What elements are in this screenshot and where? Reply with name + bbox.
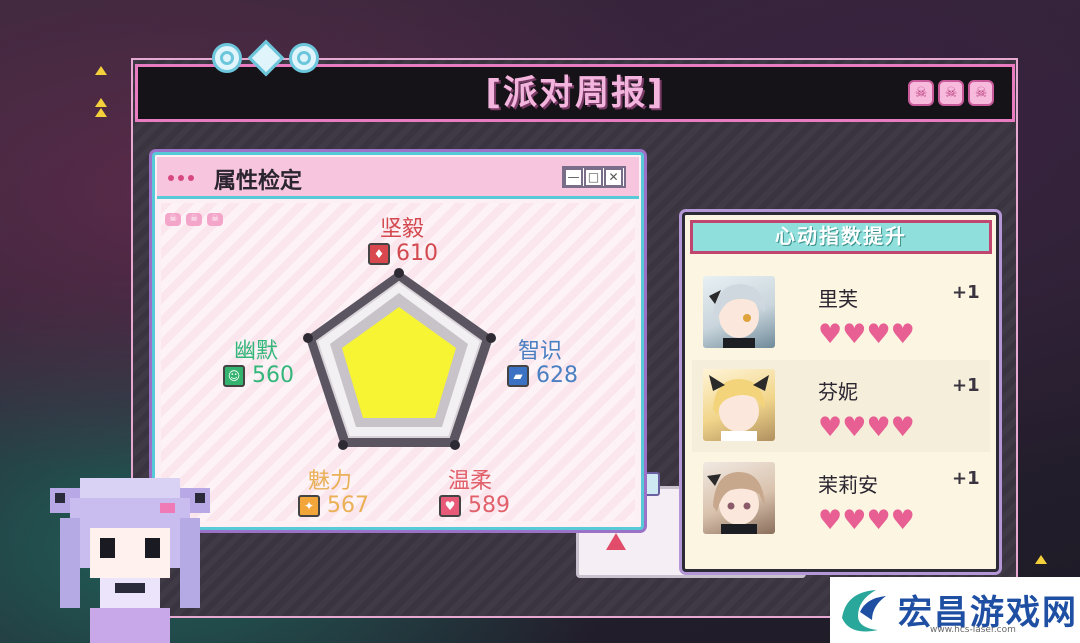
- heart-row: ♥♥♥♥: [818, 321, 915, 348]
- attr-intellect-label: 智识: [518, 339, 563, 364]
- attr-grit-value: 610: [396, 241, 438, 266]
- invader-mini-icon: ☠: [165, 213, 181, 226]
- watermark-url: www.hcs-laser.com: [930, 625, 1016, 635]
- avatar: [703, 462, 775, 534]
- character-name: 芬妮: [818, 380, 858, 404]
- heart-icon: ♥: [842, 319, 867, 350]
- warning-icon: [606, 533, 626, 550]
- heart-icon: ♥: [890, 412, 915, 443]
- heart-icon: ♥: [818, 412, 843, 443]
- heart-badge-icon: ♥: [439, 495, 461, 517]
- heart-icon: ♥: [818, 319, 843, 350]
- heart-icon: ♥: [890, 319, 915, 350]
- attr-gentle-value: 589: [468, 493, 510, 518]
- avatar: [703, 276, 775, 348]
- affection-bonus: +1: [952, 375, 980, 396]
- star-badge-icon: ✦: [298, 495, 320, 517]
- attr-gentle-label: 温柔: [448, 469, 493, 494]
- heart-icon: ♥: [842, 505, 867, 536]
- humor-badge-icon: ☺: [223, 365, 245, 387]
- grit-icon: ♦: [368, 243, 390, 265]
- heart-icon: ♥: [818, 505, 843, 536]
- invader-mini-icon: ☠: [207, 213, 223, 226]
- heart-icon: ♥: [842, 412, 867, 443]
- attr-charm-label: 魅力: [308, 469, 353, 494]
- maximize-button[interactable]: □: [584, 168, 603, 187]
- heart-icon: ♥: [890, 505, 915, 536]
- heart-row: ♥♥♥♥: [818, 507, 915, 534]
- dot-icon: [168, 175, 174, 181]
- minimize-button[interactable]: —: [564, 168, 583, 187]
- avatar: [703, 369, 775, 441]
- invader-icon: ☠: [938, 80, 964, 106]
- heart-icon: ♥: [866, 319, 891, 350]
- character-name: 茉莉安: [818, 473, 878, 497]
- affection-bonus: +1: [952, 282, 980, 303]
- arrow-up-icon: [1035, 555, 1047, 564]
- watermark-logo-icon: [842, 590, 886, 632]
- affection-window-title: 心动指数提升: [775, 224, 907, 248]
- arrow-up-icon: [95, 108, 107, 117]
- attr-grit-label: 坚毅: [380, 217, 425, 242]
- invader-icon: ☠: [908, 80, 934, 106]
- dot-icon: [188, 175, 194, 181]
- arrow-up-icon: [95, 98, 107, 107]
- heart-row: ♥♥♥♥: [818, 414, 915, 441]
- invader-mini-icon: ☠: [186, 213, 202, 226]
- attr-charm-value: 567: [327, 493, 369, 518]
- close-button[interactable]: ✕: [604, 168, 623, 187]
- affection-bonus: +1: [952, 468, 980, 489]
- attribute-radar-chart: [303, 268, 496, 450]
- heart-icon: ♥: [866, 412, 891, 443]
- pixel-chibi-character: [50, 478, 210, 643]
- heart-icon: ♥: [866, 505, 891, 536]
- arrow-up-icon: [95, 66, 107, 75]
- character-name: 里芙: [818, 287, 858, 311]
- circle-ornament-icon: [289, 43, 319, 73]
- attr-humor-label: 幽默: [234, 339, 279, 364]
- attr-intellect-value: 628: [536, 363, 578, 388]
- dot-icon: [178, 175, 184, 181]
- invader-icon: ☠: [968, 80, 994, 106]
- attr-humor-value: 560: [252, 363, 294, 388]
- stats-window-title: 属性检定: [214, 169, 303, 194]
- circle-ornament-icon: [212, 43, 242, 73]
- book-icon: ▰: [507, 365, 529, 387]
